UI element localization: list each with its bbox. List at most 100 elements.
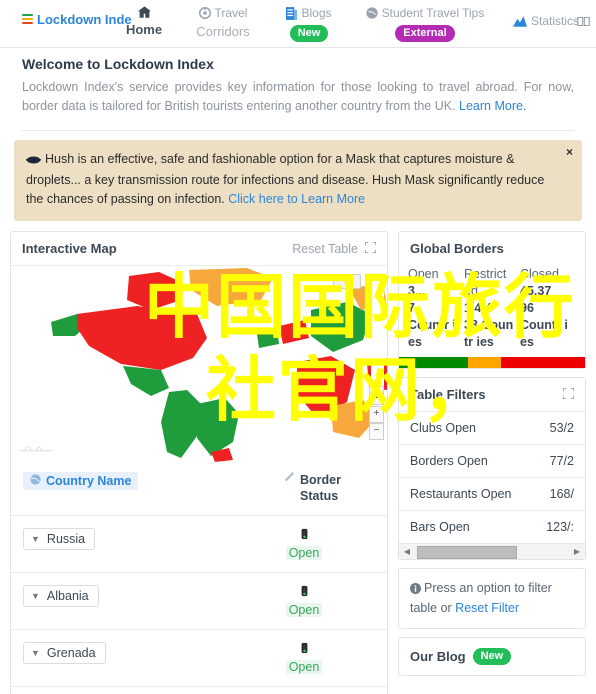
map-scroll-up-button[interactable]: ⬆ (369, 386, 384, 405)
table-filters-header: Table Filters (399, 378, 585, 412)
border-status-column-header[interactable]: Border Status (283, 472, 375, 504)
country-expand-button[interactable]: ▼ Russia (23, 528, 96, 550)
country-label: Grenada (46, 646, 96, 660)
badge-external[interactable]: External (395, 25, 455, 42)
country-label: Albania (46, 589, 89, 603)
filter-row-clubs-open[interactable]: Clubs Open 53/2 (399, 412, 585, 445)
expand-icon[interactable] (562, 386, 575, 402)
welcome-body: Lockdown Index's service provides key in… (22, 78, 574, 116)
globe-icon (30, 474, 41, 488)
close-icon[interactable]: × (566, 146, 573, 158)
nav-travel-label: Travel (214, 6, 248, 20)
global-borders-header: Global Borders (399, 232, 585, 258)
student-travel-tips-icon (366, 7, 378, 19)
traffic-light-icon (301, 585, 308, 600)
filter-row-borders-open[interactable]: Borders Open 77/2 (399, 445, 585, 478)
table-row[interactable]: ▼ Albania Open (11, 573, 387, 630)
reset-table-button[interactable]: Reset Table (292, 242, 358, 256)
filter-row-bars-open[interactable]: Bars Open 123/: (399, 511, 585, 543)
gb-open-pct: 7 (408, 301, 415, 315)
table-filters-card: Table Filters Clubs Open 53/2 Borders Op… (398, 377, 586, 560)
page-title: Welcome to Lockdown Index (22, 56, 214, 72)
world-map[interactable]: ... ⬆ + − (11, 266, 387, 462)
global-borders-title: Global Borders (410, 241, 504, 256)
map-card-actions: Reset Table (292, 240, 377, 256)
nav-item-statistics[interactable]: Statistics (512, 14, 590, 28)
gb-closed-pct: 96 (520, 301, 534, 315)
filters-horizontal-scrollbar[interactable]: ◀ ▶ (399, 543, 585, 559)
scrollbar-thumb[interactable] (417, 546, 517, 559)
gb-closed-label: Closed (520, 267, 559, 281)
chevron-down-icon: ▼ (31, 533, 40, 544)
status-label: Open (285, 546, 323, 560)
divider (22, 130, 574, 131)
interactive-map-card: Interactive Map Reset Table ... ⬆ + − Co… (10, 231, 388, 694)
table-row[interactable]: ▼ Grenada Open (11, 630, 387, 687)
traffic-light-icon (301, 528, 308, 543)
nav-corridors-label: Corridors (196, 24, 250, 39)
right-column: Global Borders Open 3... 7 Countr ies Re… (398, 231, 586, 676)
chevron-down-icon: ▼ (31, 647, 40, 658)
nav-home-top (113, 6, 175, 18)
promo-learn-more-link[interactable]: Click here to Learn More (228, 192, 365, 206)
travel-icon (198, 7, 211, 19)
welcome-section: Welcome to Lockdown Index Lockdown Index… (0, 48, 596, 122)
promo-alert: × Hush is an effective, safe and fashion… (14, 140, 582, 221)
our-blog-header: Our Blog New (399, 638, 585, 675)
gb-restricted-pct: 1.4% (464, 301, 493, 315)
filter-label: Clubs Open (410, 421, 477, 435)
bar-segment-closed (501, 357, 585, 368)
gb-restricted-label: Restrict ed (464, 267, 507, 298)
status-badge: Open (283, 585, 325, 617)
lockdown-index-logo-icon (22, 13, 33, 26)
filter-value: 53/2 (549, 421, 574, 435)
table-header-country: Country Name (23, 472, 283, 490)
badge-new[interactable]: New (472, 648, 512, 665)
scroll-left-arrow-icon[interactable]: ◀ (401, 547, 413, 556)
map-tooltip: ... (333, 274, 361, 289)
main-content: Interactive Map Reset Table ... ⬆ + − Co… (0, 221, 596, 694)
scrollbar-track[interactable] (413, 546, 571, 559)
gb-open-label: Open (408, 267, 439, 281)
map-card-header: Interactive Map Reset Table (11, 232, 387, 266)
badge-new[interactable]: New (289, 25, 329, 42)
nav-item-student-travel-tips[interactable]: Student Travel Tips External (350, 6, 500, 42)
table-row[interactable]: ▼ Russia Open (11, 516, 387, 573)
gb-closed-value: 45.37 (520, 284, 552, 298)
map-zoom-out-button[interactable]: − (369, 423, 384, 440)
expand-icon[interactable] (364, 240, 377, 256)
map-attribution-icon (19, 440, 53, 455)
world-map-svg (11, 266, 387, 462)
gb-restricted-unit: 33 Countr ies (464, 318, 514, 349)
table-row[interactable] (11, 687, 387, 694)
reset-filter-link[interactable]: Reset Filter (455, 601, 519, 615)
country-name-column-header[interactable]: Country Name (23, 472, 139, 490)
nav-travel-top: Travel (178, 6, 268, 20)
country-expand-button[interactable]: ▼ Albania (23, 585, 99, 607)
nav-item-corridors[interactable]: Travel Corridors (178, 6, 268, 39)
filter-value: 168/ (549, 487, 574, 501)
nav-blogs-sub: New (270, 24, 348, 42)
book-icon (577, 16, 590, 27)
table-cell-country: ▼ Albania (23, 585, 283, 607)
nav-stt-sub: External (350, 24, 500, 42)
nav-item-home[interactable]: Home (113, 6, 175, 37)
map-zoom-in-button[interactable]: + (369, 406, 384, 423)
country-expand-button[interactable]: ▼ Grenada (23, 642, 106, 664)
gb-open-unit: Countr ies (408, 318, 456, 349)
nav-statistics-top: Statistics (512, 14, 590, 28)
nav-home-label: Home (125, 22, 163, 37)
bar-segment-open (399, 357, 468, 368)
nav-item-blogs[interactable]: Blogs New (270, 6, 348, 42)
blogs-icon (286, 6, 298, 20)
chevron-down-icon: ▼ (31, 590, 40, 601)
filter-note-card: Press an option to filter table or Reset… (398, 568, 586, 629)
learn-more-link[interactable]: Learn More. (459, 99, 526, 113)
left-column: Interactive Map Reset Table ... ⬆ + − Co… (10, 231, 388, 694)
filter-row-restaurants-open[interactable]: Restaurants Open 168/ (399, 478, 585, 511)
gb-open-value: 3... (408, 284, 426, 298)
filter-label: Bars Open (410, 520, 470, 534)
home-icon (137, 6, 151, 18)
status-badge: Open (283, 642, 325, 674)
scroll-right-arrow-icon[interactable]: ▶ (571, 547, 583, 556)
